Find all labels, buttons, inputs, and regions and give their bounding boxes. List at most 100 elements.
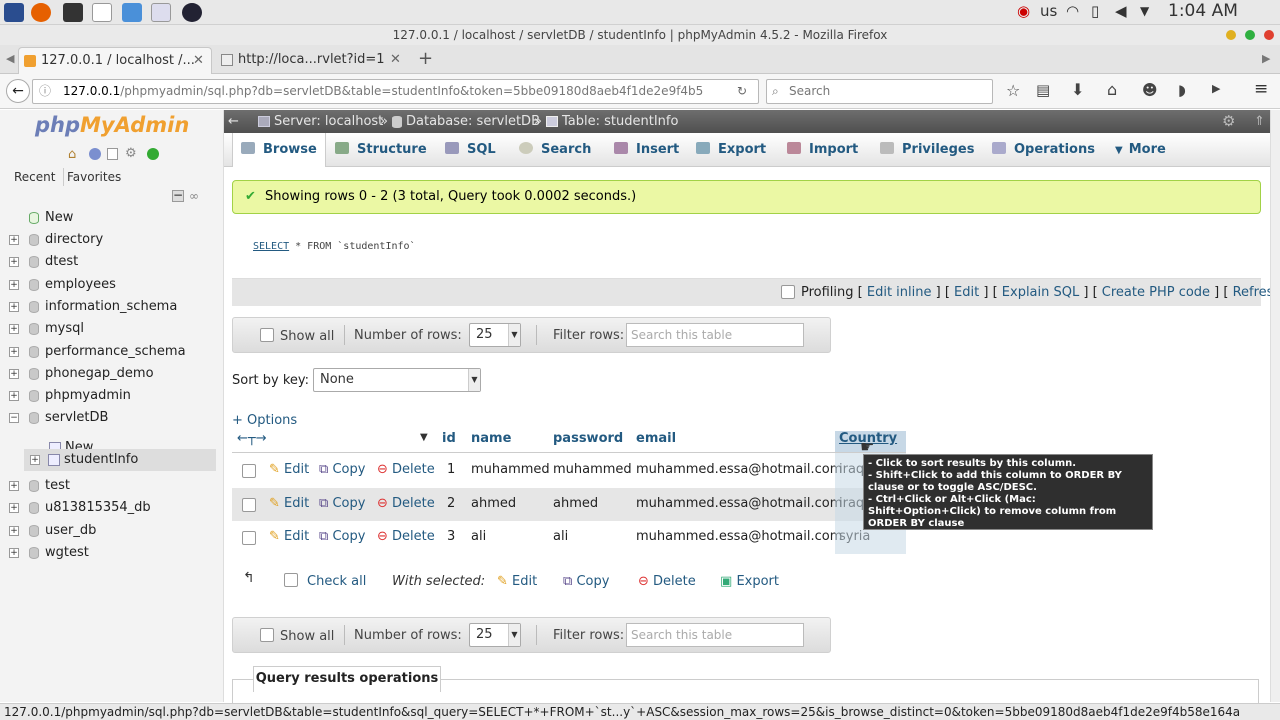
cell-password[interactable]: muhammed	[553, 460, 632, 480]
tree-db-mysql[interactable]: + mysql	[0, 318, 224, 340]
expand-plus-icon[interactable]: +	[9, 279, 19, 290]
breadcrumb-table[interactable]: Table: studentInfo	[562, 110, 678, 133]
column-header-email[interactable]: email	[636, 431, 676, 453]
cell-country[interactable]: iraq	[839, 494, 864, 514]
cell-password[interactable]: ahmed	[553, 494, 598, 514]
close-tab-icon[interactable]: ✕	[193, 48, 204, 73]
tree-db-phpmyadmin[interactable]: + phpmyadmin	[0, 385, 224, 407]
close-window-icon[interactable]	[1264, 30, 1274, 40]
tab-list-icon[interactable]: ▶	[1262, 52, 1270, 65]
edit-inline-link[interactable]: Edit inline	[867, 285, 932, 300]
close-tab-icon[interactable]: ✕	[390, 47, 401, 72]
tab-browse[interactable]: Browse	[232, 133, 326, 167]
expand-plus-icon[interactable]: +	[9, 257, 19, 268]
tab-export[interactable]: Export	[696, 133, 766, 167]
files-launcher-icon[interactable]	[122, 3, 142, 22]
image-launcher-icon[interactable]	[151, 3, 171, 22]
reload-icon[interactable]: ↻	[737, 80, 747, 103]
cell-name[interactable]: ali	[471, 527, 486, 547]
create-php-link[interactable]: Create PHP code	[1102, 285, 1210, 300]
tree-db-servletdb[interactable]: − servletDB	[0, 407, 224, 429]
tree-db-information_schema[interactable]: + information_schema	[0, 296, 224, 318]
row-edit-button[interactable]: ✎ Edit	[269, 527, 309, 547]
tab-insert[interactable]: Insert	[614, 133, 679, 167]
bookmark-star-icon[interactable]: ☆	[1006, 81, 1020, 100]
back-icon[interactable]: ←	[6, 79, 30, 103]
link-icon[interactable]: ∞	[189, 189, 199, 203]
keyboard-layout[interactable]: us	[1040, 2, 1057, 20]
bulk-edit-button[interactable]: ✎ Edit	[497, 574, 537, 589]
search-field[interactable]: ⌕ Search	[766, 79, 993, 104]
cell-name[interactable]: muhammed	[471, 460, 550, 480]
pocket-icon[interactable]: ◗	[1178, 81, 1186, 99]
tab-import[interactable]: Import	[787, 133, 858, 167]
filter-rows-input[interactable]: Search this table	[626, 623, 804, 647]
cell-id[interactable]: 3	[447, 527, 455, 547]
tree-db-u813815354_db[interactable]: + u813815354_db	[0, 497, 224, 519]
home-icon[interactable]: ⌂	[68, 147, 76, 162]
minimize-icon[interactable]	[1226, 30, 1236, 40]
check-all-link[interactable]: Check all	[307, 574, 366, 589]
expand-plus-icon[interactable]: +	[9, 368, 19, 379]
column-resize-arrows-icon[interactable]: ←┬→	[237, 431, 267, 446]
battery-icon[interactable]: ▯	[1091, 2, 1099, 20]
row-copy-button[interactable]: ⧉ Copy	[319, 460, 365, 480]
number-of-rows-select[interactable]: 25 ▼	[469, 323, 521, 347]
cell-id[interactable]: 1	[447, 460, 455, 480]
row-checkbox[interactable]	[242, 464, 256, 478]
row-checkbox[interactable]	[242, 497, 256, 512]
tab-structure[interactable]: Structure	[335, 133, 427, 167]
tab-phpmyadmin[interactable]: 127.0.0.1 / localhost /... ✕	[18, 47, 212, 74]
filter-rows-input[interactable]: Search this table	[626, 323, 804, 347]
breadcrumb-server[interactable]: Server: localhost	[274, 110, 383, 133]
edit-sql-link[interactable]: Edit	[954, 285, 979, 300]
tab-operations[interactable]: Operations	[992, 133, 1095, 167]
column-header-password[interactable]: password	[553, 431, 623, 453]
collapse-all-icon[interactable]: −	[172, 189, 184, 202]
cell-email[interactable]: muhammed.essa@hotmail.com	[636, 460, 842, 480]
download-icon[interactable]: ⬇	[1071, 80, 1084, 99]
tree-table-studentinfo[interactable]: + studentInfo	[24, 449, 216, 471]
expand-plus-icon[interactable]: +	[9, 503, 19, 514]
wifi-icon[interactable]: ◠	[1066, 2, 1079, 20]
tab-servlet[interactable]: http://loca...rvlet?id=1 ✕	[216, 47, 410, 74]
expand-plus-icon[interactable]: +	[9, 547, 19, 558]
collapse-nav-icon[interactable]: ←	[228, 110, 239, 133]
show-all-label[interactable]: Show all	[280, 629, 334, 644]
row-copy-button[interactable]: ⧉ Copy	[319, 494, 365, 514]
show-all-checkbox[interactable]	[260, 328, 274, 342]
tree-db-phonegap_demo[interactable]: + phonegap_demo	[0, 363, 224, 385]
number-of-rows-select[interactable]: 25 ▼	[469, 623, 521, 647]
tree-db-wgtest[interactable]: + wgtest	[0, 542, 224, 564]
record-icon[interactable]: ◉	[1017, 2, 1030, 20]
expand-plus-icon[interactable]: +	[9, 324, 19, 335]
column-visibility-dropdown-icon[interactable]: ▼	[420, 432, 428, 443]
home-icon[interactable]: ⌂	[1107, 80, 1117, 99]
collapse-minus-icon[interactable]: −	[9, 413, 19, 424]
expand-plus-icon[interactable]: +	[9, 481, 19, 491]
youtube-icon[interactable]: ▶	[1212, 82, 1220, 95]
menu-hamburger-icon[interactable]: ≡	[1254, 79, 1268, 99]
row-delete-button[interactable]: ⊖ Delete	[377, 527, 435, 547]
logout-icon[interactable]	[89, 148, 101, 160]
tree-db-user_db[interactable]: + user_db	[0, 520, 224, 542]
expand-plus-icon[interactable]: +	[9, 391, 19, 402]
tab-more[interactable]: ▼ More	[1115, 133, 1166, 167]
cell-id[interactable]: 2	[447, 494, 455, 514]
sort-by-key-select[interactable]: None ▼	[313, 368, 481, 392]
expand-plus-icon[interactable]: +	[9, 346, 19, 357]
check-all-checkbox[interactable]	[284, 573, 298, 587]
row-copy-button[interactable]: ⧉ Copy	[319, 527, 365, 547]
cell-email[interactable]: muhammed.essa@hotmail.com	[636, 527, 842, 547]
cell-name[interactable]: ahmed	[471, 494, 516, 514]
page-scrollbar[interactable]	[1270, 110, 1280, 702]
expand-plus-icon[interactable]: +	[9, 525, 19, 536]
column-header-name[interactable]: name	[471, 431, 511, 453]
expand-plus-icon[interactable]: +	[9, 301, 19, 312]
profiling-checkbox[interactable]	[781, 285, 795, 299]
tree-new-database[interactable]: New	[0, 207, 224, 229]
options-toggle[interactable]: + Options	[232, 413, 297, 428]
new-tab-icon[interactable]: +	[418, 48, 433, 69]
expand-plus-icon[interactable]: +	[30, 455, 40, 465]
screen-launcher-icon[interactable]	[92, 3, 112, 22]
